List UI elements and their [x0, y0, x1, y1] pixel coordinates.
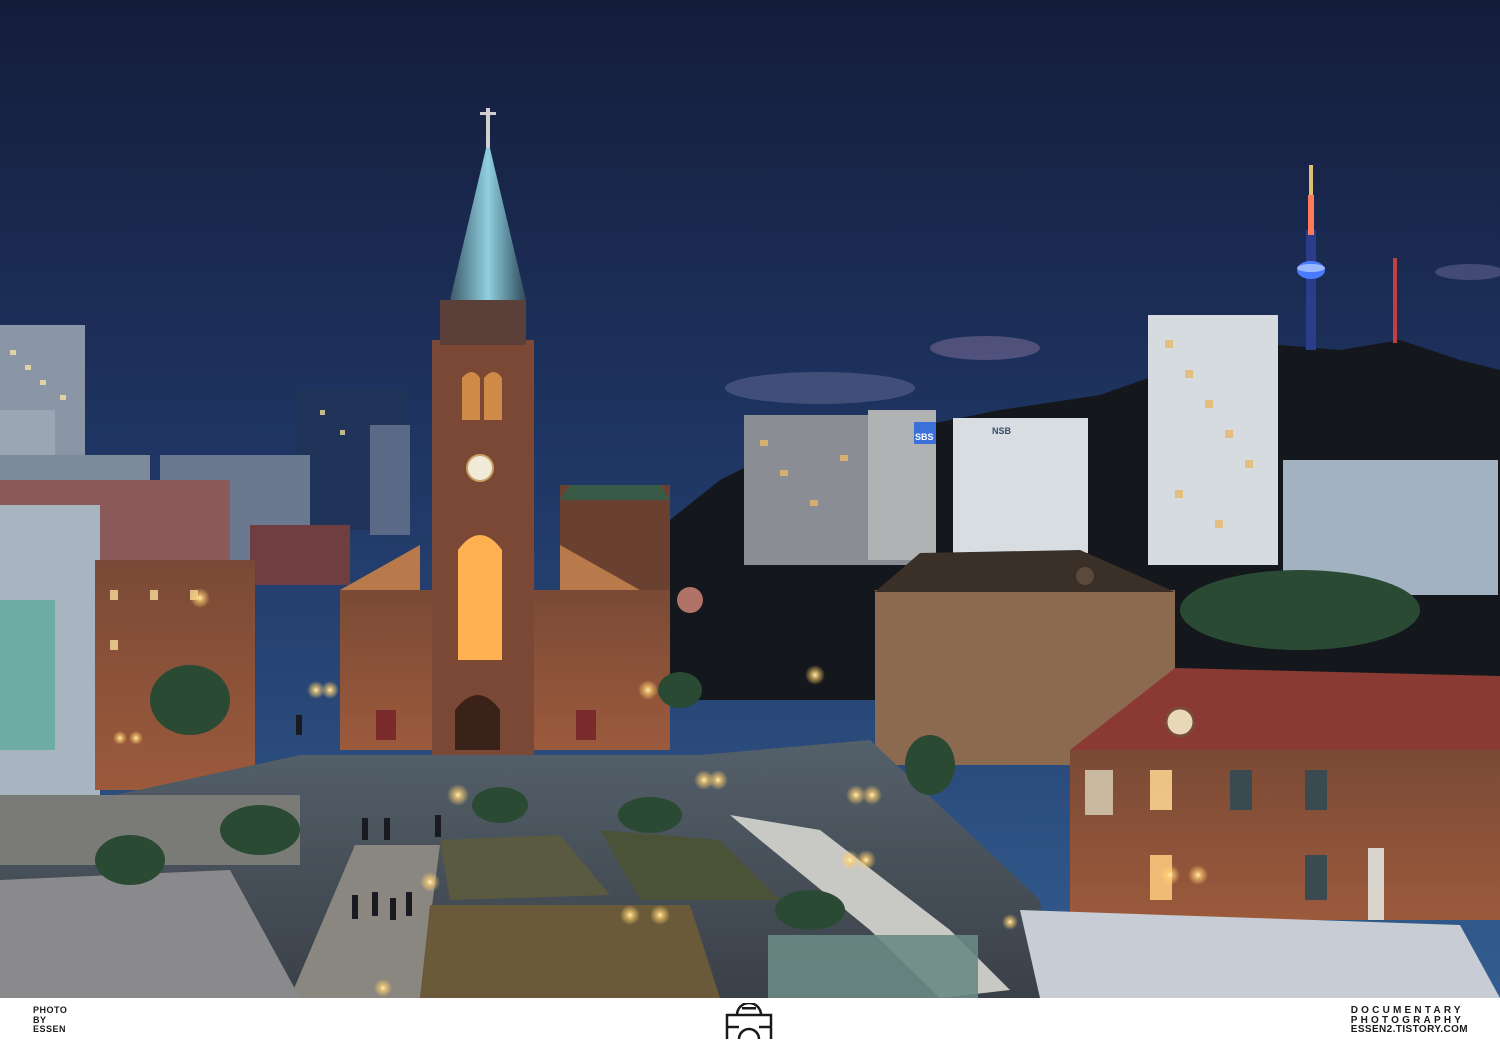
cloud	[725, 372, 915, 404]
glass-pavilion	[768, 935, 978, 998]
night-cityscape-photo: NSB SBS	[0, 0, 1500, 998]
credit-line: ESSEN	[33, 1024, 67, 1034]
photographer-credit: PHOTO BY ESSEN	[33, 1005, 67, 1035]
billboard-text: SBS	[915, 432, 934, 442]
garden-bed	[420, 905, 720, 998]
photo-credit-footer: PHOTO BY ESSEN DOCUMENTARY PHOTOGRAPHY E…	[0, 998, 1500, 1047]
antenna-tower	[1393, 258, 1397, 343]
statue	[1368, 848, 1384, 920]
cloud	[930, 336, 1040, 360]
tower-sign-text: NSB	[992, 426, 1012, 436]
essen-logo-icon	[725, 1003, 773, 1040]
documentary-credit: DOCUMENTARY PHOTOGRAPHY ESSEN2.TISTORY.C…	[1351, 1006, 1468, 1035]
website-url: ESSEN2.TISTORY.COM	[1350, 1024, 1468, 1035]
